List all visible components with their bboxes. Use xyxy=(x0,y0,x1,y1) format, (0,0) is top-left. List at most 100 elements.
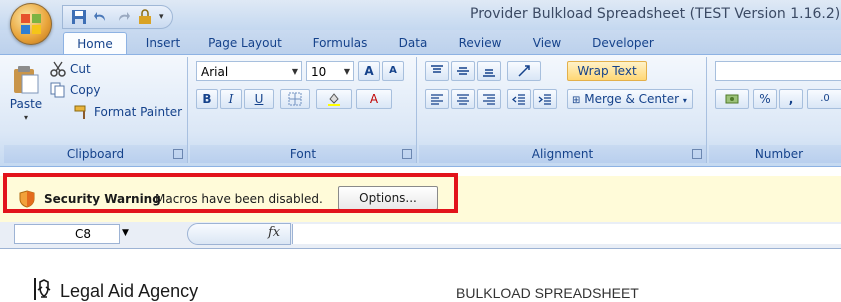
fill-color-button[interactable] xyxy=(316,89,352,109)
merge-center-button[interactable]: ⊞ Merge & Center ▾ xyxy=(567,89,693,109)
redo-icon[interactable] xyxy=(115,9,131,25)
alignment-group-label: Alignment xyxy=(419,145,706,163)
name-box[interactable]: C8 xyxy=(14,224,120,244)
insert-function-icon[interactable]: fx xyxy=(268,225,280,240)
tab-formulas[interactable]: Formulas xyxy=(305,32,375,54)
name-box-dropdown-icon[interactable]: ▼ xyxy=(122,228,129,238)
clipboard-group: Paste ▾ Cut Copy Format Painter Clipboar… xyxy=(4,57,188,163)
paste-label: Paste xyxy=(9,97,43,111)
tab-view[interactable]: View xyxy=(525,32,569,54)
italic-label: I xyxy=(228,92,234,106)
underline-button[interactable]: U xyxy=(244,89,274,109)
font-size-dropdown-icon: ▼ xyxy=(343,67,350,76)
orientation-icon xyxy=(518,65,530,77)
font-dialog-launcher-icon[interactable] xyxy=(402,149,412,159)
increase-indent-button[interactable] xyxy=(533,89,557,109)
number-format-box[interactable] xyxy=(715,61,841,81)
customize-qat-icon[interactable]: ▾ xyxy=(159,12,164,22)
paste-button[interactable]: Paste ▾ xyxy=(8,63,44,123)
align-top-icon xyxy=(431,65,443,73)
align-middle-button[interactable] xyxy=(451,61,475,81)
increase-decimal-label: .0 xyxy=(820,93,830,104)
align-top-button[interactable] xyxy=(425,61,449,81)
accounting-format-button[interactable] xyxy=(715,89,749,109)
italic-button[interactable]: I xyxy=(220,89,242,109)
underline-label: U xyxy=(254,92,264,106)
orientation-button[interactable] xyxy=(507,61,541,81)
align-bottom-icon xyxy=(483,69,495,77)
quick-access-toolbar: ▾ xyxy=(62,5,173,29)
copy-button[interactable]: Copy xyxy=(50,82,100,98)
agency-name: Legal Aid Agency xyxy=(60,281,199,301)
merge-center-dropdown-icon: ▾ xyxy=(682,96,687,105)
font-name-value: Arial xyxy=(201,65,229,79)
copy-label: Copy xyxy=(70,83,101,97)
increase-indent-icon xyxy=(538,94,551,105)
comma-label: , xyxy=(788,92,794,106)
align-middle-icon xyxy=(457,67,469,75)
fill-color-icon xyxy=(328,93,340,106)
wrap-text-button[interactable]: Wrap Text xyxy=(567,61,647,81)
grow-font-button[interactable]: A xyxy=(358,61,380,81)
undo-icon[interactable] xyxy=(93,9,109,25)
merge-center-label: Merge & Center xyxy=(584,92,680,106)
save-icon[interactable] xyxy=(71,9,87,25)
font-name-box[interactable]: Arial ▼ xyxy=(196,61,302,81)
tab-developer[interactable]: Developer xyxy=(584,32,662,54)
lock-icon[interactable] xyxy=(137,9,153,25)
align-bottom-button[interactable] xyxy=(477,61,501,81)
copy-icon xyxy=(50,82,65,98)
merge-center-icon: ⊞ xyxy=(572,95,581,106)
percent-button[interactable]: % xyxy=(753,89,777,109)
tab-review[interactable]: Review xyxy=(452,32,508,54)
window-title: Provider Bulkload Spreadsheet (TEST Vers… xyxy=(470,6,841,22)
shrink-font-button[interactable]: A xyxy=(382,61,404,81)
format-painter-icon xyxy=(74,105,86,119)
clipboard-dialog-launcher-icon[interactable] xyxy=(173,149,183,159)
highlight-box xyxy=(3,173,458,213)
number-group: % , .0 Number xyxy=(709,57,841,163)
bold-label: B xyxy=(202,92,212,106)
cut-label: Cut xyxy=(70,62,91,76)
format-painter-label: Format Painter xyxy=(94,105,183,119)
font-size-box[interactable]: 10 ▼ xyxy=(306,61,354,81)
formula-input[interactable] xyxy=(292,224,841,244)
decrease-indent-button[interactable] xyxy=(507,89,531,109)
ribbon: Paste ▾ Cut Copy Format Painter Clipboar… xyxy=(0,54,841,167)
crest-icon xyxy=(34,278,51,300)
align-center-icon xyxy=(457,94,469,105)
tab-page-layout[interactable]: Page Layout xyxy=(205,32,285,54)
comma-button[interactable]: , xyxy=(779,89,803,109)
font-group: Arial ▼ 10 ▼ A A B I U A Font xyxy=(190,57,417,163)
font-name-dropdown-icon: ▼ xyxy=(291,67,298,76)
alignment-group: Wrap Text ⊞ Merge & Center ▾ Alignment xyxy=(419,57,707,163)
alignment-dialog-launcher-icon[interactable] xyxy=(692,149,702,159)
accounting-icon xyxy=(725,94,739,104)
font-color-button[interactable]: A xyxy=(356,89,392,109)
font-color-label: A xyxy=(369,92,379,106)
ribbon-tab-row: Home Insert Page Layout Formulas Data Re… xyxy=(0,30,841,55)
borders-icon xyxy=(288,92,302,106)
borders-button[interactable] xyxy=(280,89,310,109)
sheet-heading: BULKLOAD SPREADSHEET xyxy=(456,285,639,301)
increase-decimal-button[interactable]: .0 xyxy=(807,89,841,109)
decrease-indent-icon xyxy=(511,94,525,105)
tab-home[interactable]: Home xyxy=(63,32,127,55)
align-left-button[interactable] xyxy=(425,89,449,109)
number-group-label: Number xyxy=(709,145,841,163)
format-painter-button[interactable]: Format Painter xyxy=(74,104,182,120)
align-center-button[interactable] xyxy=(451,89,475,109)
scissors-icon xyxy=(50,61,66,77)
font-group-label: Font xyxy=(190,145,416,163)
office-button[interactable] xyxy=(10,3,52,45)
bold-button[interactable]: B xyxy=(196,89,218,109)
font-size-value: 10 xyxy=(311,65,327,79)
paste-icon xyxy=(14,66,39,94)
tab-data[interactable]: Data xyxy=(394,32,432,54)
cut-button[interactable]: Cut xyxy=(50,61,91,77)
grow-font-label: A xyxy=(364,64,374,78)
align-right-button[interactable] xyxy=(477,89,501,109)
percent-label: % xyxy=(759,92,771,106)
paste-dropdown-icon[interactable]: ▾ xyxy=(8,113,44,122)
tab-insert[interactable]: Insert xyxy=(138,32,188,54)
